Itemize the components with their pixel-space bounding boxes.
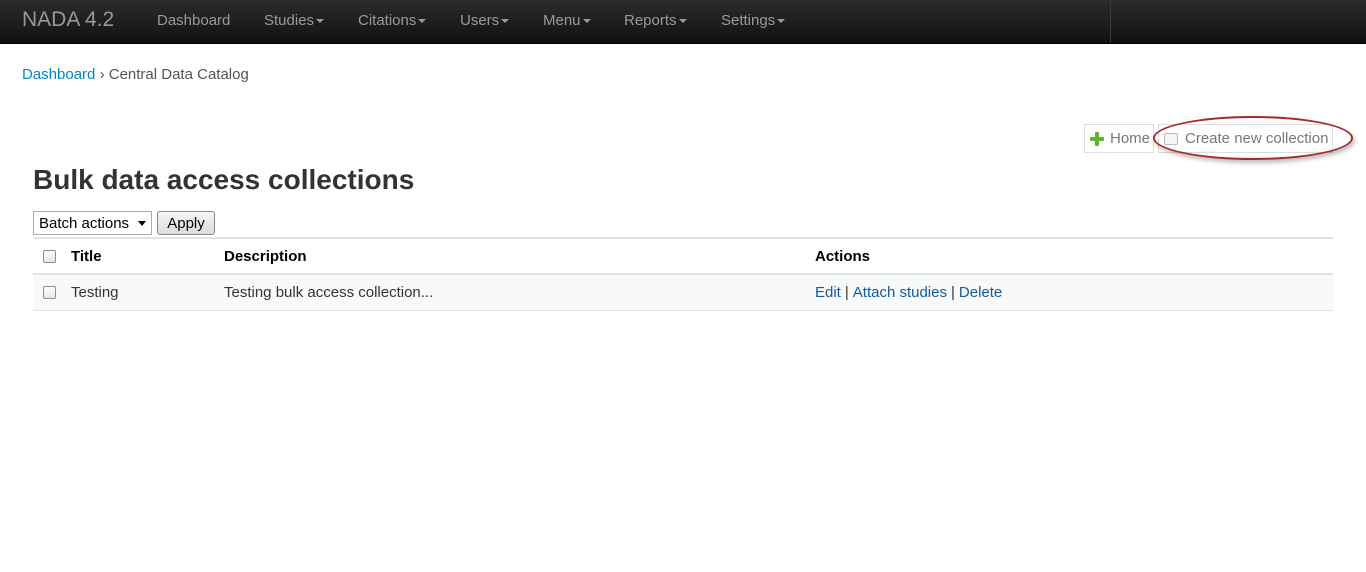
home-button-label: Home bbox=[1110, 130, 1151, 147]
action-separator: | bbox=[950, 284, 955, 301]
column-header-title[interactable]: Title bbox=[71, 248, 102, 265]
caret-down-icon bbox=[316, 19, 325, 24]
top-navbar: NADA 4.2 Dashboard Studies Citations Use… bbox=[0, 0, 1366, 44]
edit-link[interactable]: Edit bbox=[815, 284, 841, 301]
folder-icon bbox=[1164, 132, 1178, 145]
apply-button[interactable]: Apply bbox=[157, 211, 215, 235]
breadcrumb-current: Central Data Catalog bbox=[108, 66, 249, 83]
select-all-checkbox[interactable] bbox=[43, 250, 56, 263]
table-row: Testing Testing bulk access collection..… bbox=[33, 275, 1333, 311]
nav-label: Dashboard bbox=[157, 12, 231, 29]
breadcrumb: Dashboard › Central Data Catalog bbox=[22, 66, 249, 83]
attach-studies-link[interactable]: Attach studies bbox=[853, 284, 947, 301]
row-description: Testing bulk access collection... bbox=[224, 284, 434, 301]
nav-menu[interactable]: Menu bbox=[543, 12, 591, 29]
nav-reports[interactable]: Reports bbox=[624, 12, 687, 29]
nav-users[interactable]: Users bbox=[460, 12, 510, 29]
caret-down-icon bbox=[418, 19, 427, 24]
action-separator: | bbox=[844, 284, 849, 301]
column-header-actions: Actions bbox=[815, 248, 871, 265]
row-title-link[interactable]: Testing bbox=[71, 284, 119, 301]
nav-label: Menu bbox=[543, 12, 581, 29]
batch-actions-value: Batch actions bbox=[39, 214, 130, 232]
breadcrumb-separator: › bbox=[99, 66, 105, 83]
nav-label: Citations bbox=[358, 12, 417, 29]
delete-link[interactable]: Delete bbox=[959, 284, 1002, 301]
nav-label: Settings bbox=[721, 12, 776, 29]
column-header-description[interactable]: Description bbox=[224, 248, 307, 265]
breadcrumb-dashboard-link[interactable]: Dashboard bbox=[22, 66, 95, 83]
table-header-row: Title Description Actions bbox=[33, 239, 1333, 275]
page-title: Bulk data access collections bbox=[33, 164, 415, 195]
navbar-right-area bbox=[1110, 0, 1366, 43]
nav-citations[interactable]: Citations bbox=[358, 12, 427, 29]
caret-down-icon bbox=[582, 19, 591, 24]
caret-down-icon bbox=[501, 19, 510, 24]
caret-down-icon bbox=[777, 19, 786, 24]
nav-label: Users bbox=[460, 12, 500, 29]
collections-table: Title Description Actions Testing Testin… bbox=[33, 237, 1333, 311]
plus-icon bbox=[1090, 131, 1104, 146]
home-button[interactable]: Home bbox=[1084, 124, 1154, 153]
row-actions: Edit | Attach studies | Delete bbox=[815, 284, 1002, 301]
nav-settings[interactable]: Settings bbox=[721, 12, 786, 29]
batch-actions-select[interactable]: Batch actions bbox=[33, 211, 152, 235]
create-collection-label: Create new collection bbox=[1185, 130, 1329, 147]
brand-logo[interactable]: NADA 4.2 bbox=[22, 8, 114, 32]
dropdown-arrow-icon bbox=[138, 221, 146, 226]
nav-label: Studies bbox=[264, 12, 315, 29]
create-collection-button[interactable]: Create new collection bbox=[1158, 124, 1333, 153]
row-checkbox[interactable] bbox=[43, 286, 56, 299]
nav-studies[interactable]: Studies bbox=[264, 12, 325, 29]
nav-label: Reports bbox=[624, 12, 677, 29]
caret-down-icon bbox=[678, 19, 687, 24]
nav-dashboard[interactable]: Dashboard bbox=[157, 12, 230, 29]
